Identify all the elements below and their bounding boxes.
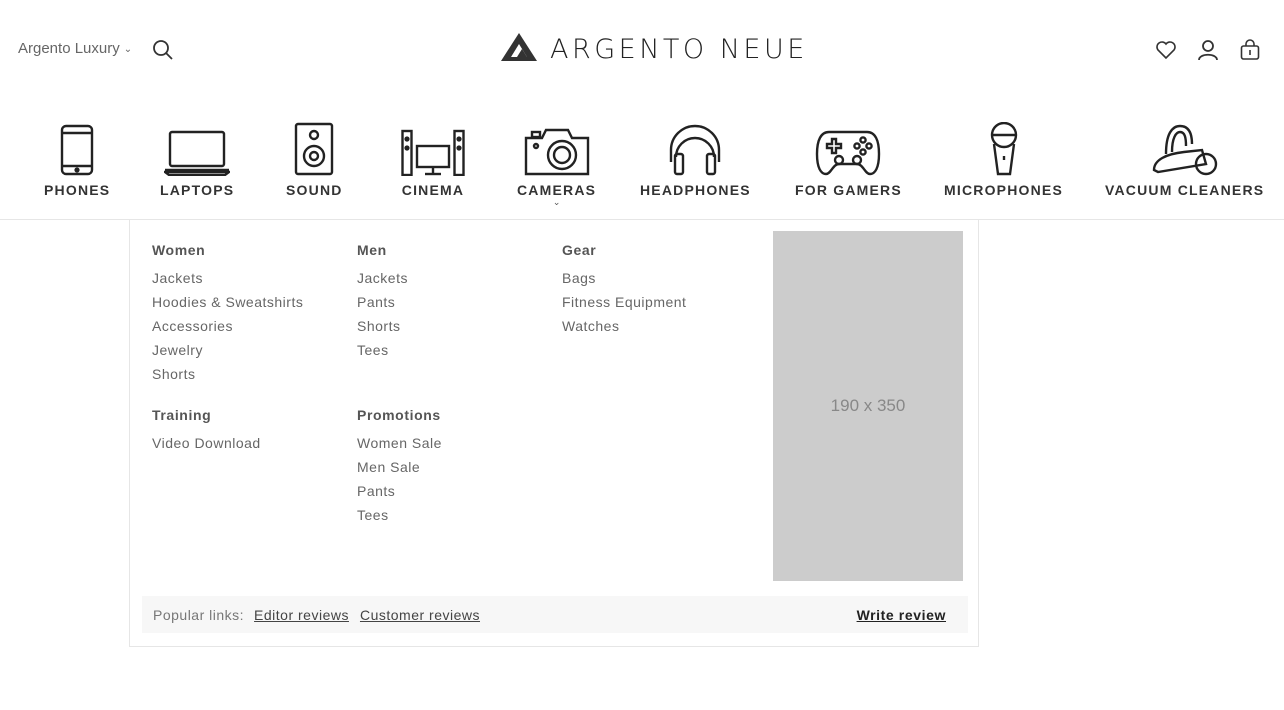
category-microphones[interactable]: MICROPHONES xyxy=(944,120,1063,198)
speaker-icon xyxy=(294,120,334,176)
headphones-icon xyxy=(667,120,723,176)
microphone-icon xyxy=(989,120,1019,176)
promo-image-placeholder[interactable]: 190 x 350 xyxy=(773,231,963,581)
menu-column-gear: Gear Bags Fitness Equipment Watches xyxy=(562,242,686,338)
menu-column-promotions: Promotions Women Sale Men Sale Pants Tee… xyxy=(357,407,442,527)
phone-icon xyxy=(60,120,94,176)
placeholder-size-text: 190 x 350 xyxy=(830,396,906,415)
laptop-icon xyxy=(164,120,231,176)
cameras-mega-menu: Women Jackets Hoodies & Sweatshirts Acce… xyxy=(129,220,979,647)
store-switcher-label: Argento Luxury xyxy=(18,40,120,57)
vacuum-cleaner-icon xyxy=(1152,120,1218,176)
category-label: CINEMA xyxy=(401,182,465,198)
category-label: MICROPHONES xyxy=(944,182,1063,198)
site-header: Argento Luxury ⌄ ARGENTO NEUE xyxy=(0,0,1284,100)
category-phones[interactable]: PHONES xyxy=(44,120,110,198)
category-cameras[interactable]: CAMERAS ⌄ xyxy=(517,120,597,207)
category-vacuum-cleaners[interactable]: VACUUM CLEANERS xyxy=(1105,120,1264,198)
category-label: LAPTOPS xyxy=(160,182,235,198)
menu-heading[interactable]: Gear xyxy=(562,242,686,258)
account-user-icon[interactable] xyxy=(1196,38,1220,62)
menu-heading[interactable]: Promotions xyxy=(357,407,442,423)
menu-link[interactable]: Jackets xyxy=(357,266,408,290)
popular-link-customer-reviews[interactable]: Customer reviews xyxy=(360,607,480,623)
category-laptops[interactable]: LAPTOPS xyxy=(160,120,234,198)
popular-links-bar: Popular links: Editor reviews Customer r… xyxy=(142,596,968,633)
menu-link[interactable]: Men Sale xyxy=(357,455,442,479)
menu-link[interactable]: Accessories xyxy=(152,314,303,338)
menu-column-men: Men Jackets Pants Shorts Tees xyxy=(357,242,408,362)
brand-logo[interactable]: ARGENTO NEUE xyxy=(500,32,808,67)
category-nav: PHONES LAPTOPS SOUND CINEMA CAMERAS ⌄ HE… xyxy=(0,112,1284,220)
category-label: FOR GAMERS xyxy=(795,182,902,198)
menu-link[interactable]: Tees xyxy=(357,338,408,362)
category-for-gamers[interactable]: FOR GAMERS xyxy=(795,120,902,198)
menu-link[interactable]: Tees xyxy=(357,503,442,527)
menu-link[interactable]: Shorts xyxy=(357,314,408,338)
menu-link[interactable]: Shorts xyxy=(152,362,303,386)
home-cinema-icon xyxy=(401,120,465,176)
chevron-down-icon: ⌄ xyxy=(123,44,133,55)
category-headphones[interactable]: HEADPHONES xyxy=(640,120,751,198)
menu-heading[interactable]: Men xyxy=(357,242,408,258)
category-label: HEADPHONES xyxy=(640,182,751,198)
menu-column-women: Women Jackets Hoodies & Sweatshirts Acce… xyxy=(152,242,303,386)
menu-link[interactable]: Fitness Equipment xyxy=(562,290,686,314)
menu-heading[interactable]: Women xyxy=(152,242,303,258)
cart-bag-icon[interactable] xyxy=(1238,38,1262,62)
camera-icon xyxy=(524,120,590,176)
popular-link-editor-reviews[interactable]: Editor reviews xyxy=(254,607,349,623)
category-cinema[interactable]: CINEMA xyxy=(401,120,465,198)
brand-name: ARGENTO NEUE xyxy=(550,34,808,65)
menu-link[interactable]: Hoodies & Sweatshirts xyxy=(152,290,303,314)
menu-link[interactable]: Video Download xyxy=(152,431,261,455)
menu-link[interactable]: Pants xyxy=(357,290,408,314)
write-review-link[interactable]: Write review xyxy=(857,607,946,623)
menu-link[interactable]: Watches xyxy=(562,314,686,338)
category-label: VACUUM CLEANERS xyxy=(1105,182,1265,198)
wishlist-heart-icon[interactable] xyxy=(1154,38,1178,62)
logo-mark-icon xyxy=(500,32,538,67)
popular-links-label: Popular links: xyxy=(153,606,245,623)
menu-heading[interactable]: Training xyxy=(152,407,261,423)
menu-link[interactable]: Jewelry xyxy=(152,338,303,362)
category-label: PHONES xyxy=(44,182,111,198)
category-label: CAMERAS xyxy=(517,182,597,198)
menu-column-training: Training Video Download xyxy=(152,407,261,455)
category-label: SOUND xyxy=(286,182,343,198)
menu-link[interactable]: Pants xyxy=(357,479,442,503)
menu-link[interactable]: Women Sale xyxy=(357,431,442,455)
menu-link[interactable]: Bags xyxy=(562,266,686,290)
category-sound[interactable]: SOUND xyxy=(286,120,343,198)
store-switcher[interactable]: Argento Luxury ⌄ xyxy=(18,40,132,57)
menu-link[interactable]: Jackets xyxy=(152,266,303,290)
gamepad-icon xyxy=(815,120,881,176)
search-icon[interactable] xyxy=(152,39,174,61)
active-caret-icon: ⌄ xyxy=(552,197,561,207)
